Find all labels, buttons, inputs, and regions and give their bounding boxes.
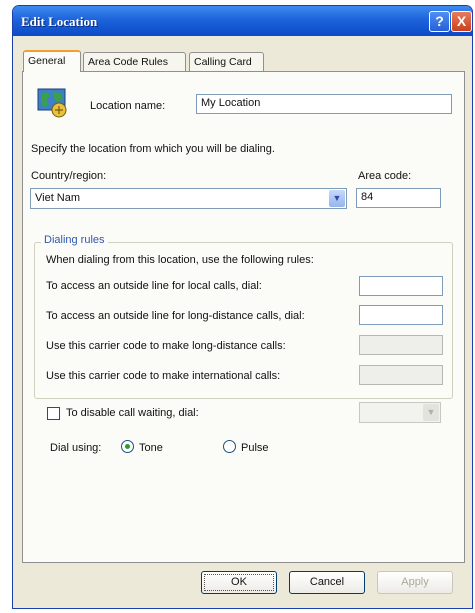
carrier-international-input[interactable] xyxy=(359,365,443,385)
country-region-label: Country/region: xyxy=(31,170,107,182)
tab-area-code-rules[interactable]: Area Code Rules xyxy=(83,52,186,71)
tab-calling-card[interactable]: Calling Card xyxy=(189,52,264,71)
ok-button[interactable]: OK xyxy=(201,571,277,594)
cancel-button[interactable]: Cancel xyxy=(289,571,365,594)
carrier-long-distance-input[interactable] xyxy=(359,335,443,355)
local-line-input[interactable] xyxy=(359,276,443,296)
apply-button[interactable]: Apply xyxy=(377,571,453,594)
area-code-input[interactable]: 84 xyxy=(356,188,441,208)
local-line-label: To access an outside line for local call… xyxy=(46,280,262,292)
location-name-label: Location name: xyxy=(90,100,166,112)
location-name-input[interactable]: My Location xyxy=(196,94,452,114)
dialing-rules-legend: Dialing rules xyxy=(41,234,108,246)
disable-call-waiting-checkbox[interactable] xyxy=(47,407,60,420)
instructions-text: Specify the location from which you will… xyxy=(31,143,275,155)
location-globe-icon xyxy=(37,86,69,118)
country-region-value: Viet Nam xyxy=(35,192,81,204)
carrier-international-label: Use this carrier code to make internatio… xyxy=(46,370,281,382)
tone-radio[interactable] xyxy=(121,440,134,453)
chevron-down-icon[interactable]: ▼ xyxy=(329,190,345,207)
country-region-select[interactable]: Viet Nam ▼ xyxy=(30,188,347,209)
radio-selected-dot xyxy=(125,444,130,449)
tone-label: Tone xyxy=(139,442,163,454)
dialing-rules-intro: When dialing from this location, use the… xyxy=(46,254,314,266)
long-distance-line-label: To access an outside line for long-dista… xyxy=(46,310,305,322)
carrier-long-distance-label: Use this carrier code to make long-dista… xyxy=(46,340,286,352)
help-button[interactable]: ? xyxy=(429,11,450,32)
title-bar[interactable]: Edit Location ? X xyxy=(13,6,472,36)
disable-call-waiting-label: To disable call waiting, dial: xyxy=(66,407,199,419)
tab-general[interactable]: General xyxy=(23,50,81,72)
long-distance-line-input[interactable] xyxy=(359,305,443,325)
area-code-label: Area code: xyxy=(358,170,412,182)
pulse-radio[interactable] xyxy=(223,440,236,453)
dial-using-label: Dial using: xyxy=(50,442,102,454)
edit-location-dialog: Edit Location ? X General Area Code Rule… xyxy=(12,5,473,609)
close-button[interactable]: X xyxy=(451,11,472,32)
window-title: Edit Location xyxy=(21,14,98,29)
call-waiting-code-select[interactable]: ▼ xyxy=(359,402,441,423)
pulse-label: Pulse xyxy=(241,442,269,454)
chevron-down-icon[interactable]: ▼ xyxy=(423,404,439,421)
